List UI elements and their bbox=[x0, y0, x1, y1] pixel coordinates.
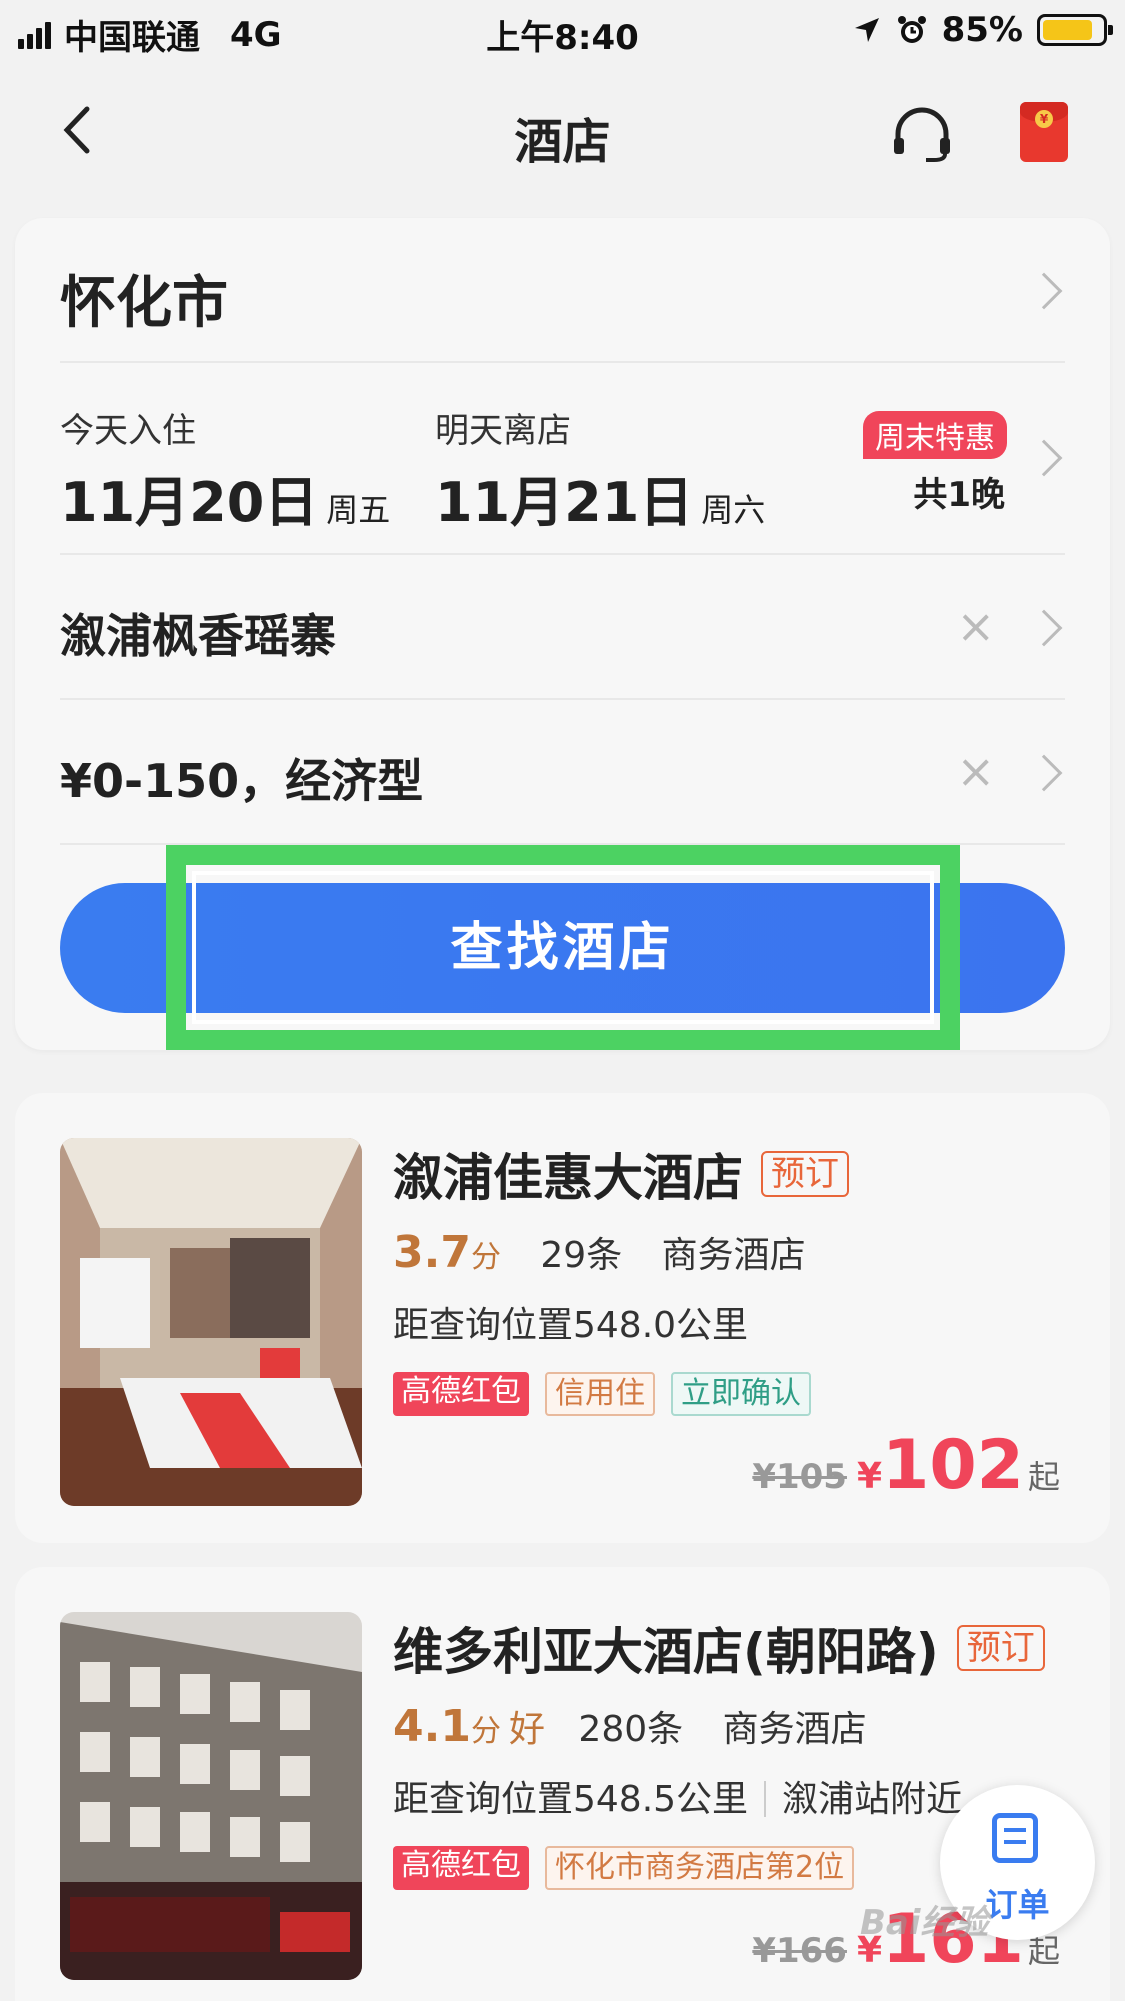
checkout-date-value: 11月21日 bbox=[435, 471, 694, 534]
status-bar: 中国联通 4G 上午8:40 85% bbox=[0, 0, 1125, 62]
headset-icon[interactable] bbox=[890, 102, 954, 166]
checkin-date: 11月20日 周五 bbox=[60, 458, 390, 537]
hotel-search-card: 怀化市 今天入住 11月20日 周五 明天离店 11月21日 周六 周末特惠 共1晚… bbox=[15, 218, 1110, 1050]
price-filter-value: ¥0-150，经济型 bbox=[60, 754, 424, 808]
hotel-photo[interactable] bbox=[60, 1138, 362, 1506]
tag-instant-confirm: 立即确认 bbox=[671, 1372, 811, 1416]
alarm-icon bbox=[897, 16, 926, 43]
price-suffix: 起 bbox=[1027, 1458, 1060, 1496]
clear-icon[interactable]: × bbox=[956, 603, 995, 649]
hotel-type: 商务酒店 bbox=[722, 1709, 867, 1750]
date-row[interactable]: 今天入住 11月20日 周五 明天离店 11月21日 周六 周末特惠 共1晚 bbox=[60, 363, 1065, 555]
keyword-row[interactable]: 溆浦枫香瑶寨 × bbox=[60, 555, 1065, 700]
currency-symbol: ¥ bbox=[856, 1456, 883, 1497]
hotel-meta: 3.7分 29条 商务酒店 bbox=[393, 1226, 1093, 1278]
book-tag: 预订 bbox=[761, 1151, 849, 1197]
book-tag: 预订 bbox=[956, 1625, 1045, 1671]
checkout-block[interactable]: 明天离店 11月21日 周六 bbox=[435, 403, 765, 537]
hotel-distance: 距查询位置548.0公里 bbox=[393, 1305, 749, 1346]
score-unit: 分 bbox=[470, 1714, 501, 1749]
weekend-deal-badge: 周末特惠 bbox=[863, 411, 1007, 459]
search-hotel-button[interactable]: 查找酒店 bbox=[60, 883, 1065, 1013]
hotel-name-text: 维多利亚大酒店(朝阳路) bbox=[393, 1623, 939, 1681]
hotel-name-text: 溆浦佳惠大酒店 bbox=[393, 1149, 743, 1207]
hotel-name: 溆浦佳惠大酒店 预订 bbox=[393, 1138, 1093, 1210]
hotel-meta: 4.1分好 280条 商务酒店 bbox=[393, 1700, 1093, 1752]
battery-icon bbox=[1037, 14, 1113, 46]
checkin-weekday: 周五 bbox=[326, 491, 391, 529]
chevron-right-icon bbox=[1025, 754, 1063, 792]
watermark: Bai经验 bbox=[860, 1903, 989, 1943]
hotel-photo[interactable] bbox=[60, 1612, 362, 1980]
battery-percent: 85% bbox=[941, 10, 1023, 50]
original-price: ¥166 bbox=[752, 1931, 847, 1971]
city-value: 怀化市 bbox=[60, 271, 228, 336]
checkin-date-value: 11月20日 bbox=[60, 471, 319, 534]
distance-text: 距查询位置548.5公里 bbox=[393, 1779, 749, 1820]
hotel-score: 4.1 bbox=[393, 1701, 471, 1752]
hotel-score: 3.7 bbox=[393, 1227, 471, 1278]
score-unit: 分 bbox=[470, 1240, 501, 1275]
page-title: 酒店 bbox=[514, 114, 611, 170]
hotel-name: 维多利亚大酒店(朝阳路) 预订 bbox=[393, 1612, 1093, 1684]
checkout-label: 明天离店 bbox=[435, 411, 571, 451]
hotel-price: ¥105 ¥ 102 起 bbox=[752, 1426, 1060, 1505]
hotel-info: 溆浦佳惠大酒店 预订 3.7分 29条 商务酒店 距查询位置548.0公里 高德… bbox=[393, 1138, 1093, 1416]
order-list-icon bbox=[992, 1813, 1038, 1863]
hotel-type: 商务酒店 bbox=[661, 1235, 806, 1276]
location-icon bbox=[854, 18, 879, 42]
chevron-right-icon bbox=[1025, 439, 1063, 477]
hotel-card[interactable]: 溆浦佳惠大酒店 预订 3.7分 29条 商务酒店 距查询位置548.0公里 高德… bbox=[15, 1093, 1110, 1543]
checkin-block[interactable]: 今天入住 11月20日 周五 bbox=[60, 403, 390, 537]
score-word: 好 bbox=[508, 1709, 545, 1750]
tag-red-packet: 高德红包 bbox=[393, 1846, 529, 1890]
clear-icon[interactable]: × bbox=[956, 748, 995, 794]
hotel-area: 溆浦站附近 bbox=[782, 1779, 963, 1820]
red-packet-icon[interactable] bbox=[1020, 102, 1068, 162]
keyword-value: 溆浦枫香瑶寨 bbox=[60, 609, 336, 663]
chevron-right-icon bbox=[1025, 272, 1063, 310]
checkout-weekday: 周六 bbox=[701, 491, 766, 529]
tag-red-packet: 高德红包 bbox=[393, 1372, 529, 1416]
original-price: ¥105 bbox=[752, 1457, 847, 1497]
checkout-date: 11月21日 周六 bbox=[435, 458, 765, 537]
checkin-label: 今天入住 bbox=[60, 411, 196, 451]
hotel-tags: 高德红包 信用住 立即确认 bbox=[393, 1372, 1093, 1416]
city-row[interactable]: 怀化市 bbox=[60, 218, 1065, 363]
current-price: 102 bbox=[882, 1426, 1024, 1505]
navbar: 酒店 bbox=[0, 80, 1125, 180]
nights-count: 共1晚 bbox=[913, 475, 1005, 515]
review-count: 280条 bbox=[578, 1709, 684, 1750]
price-filter-row[interactable]: ¥0-150，经济型 × bbox=[60, 700, 1065, 845]
chevron-right-icon bbox=[1025, 609, 1063, 647]
status-right: 85% bbox=[852, 10, 1113, 50]
tag-ranking: 怀化市商务酒店第2位 bbox=[545, 1846, 855, 1890]
review-count: 29条 bbox=[540, 1235, 623, 1276]
tag-credit-stay: 信用住 bbox=[545, 1372, 655, 1416]
